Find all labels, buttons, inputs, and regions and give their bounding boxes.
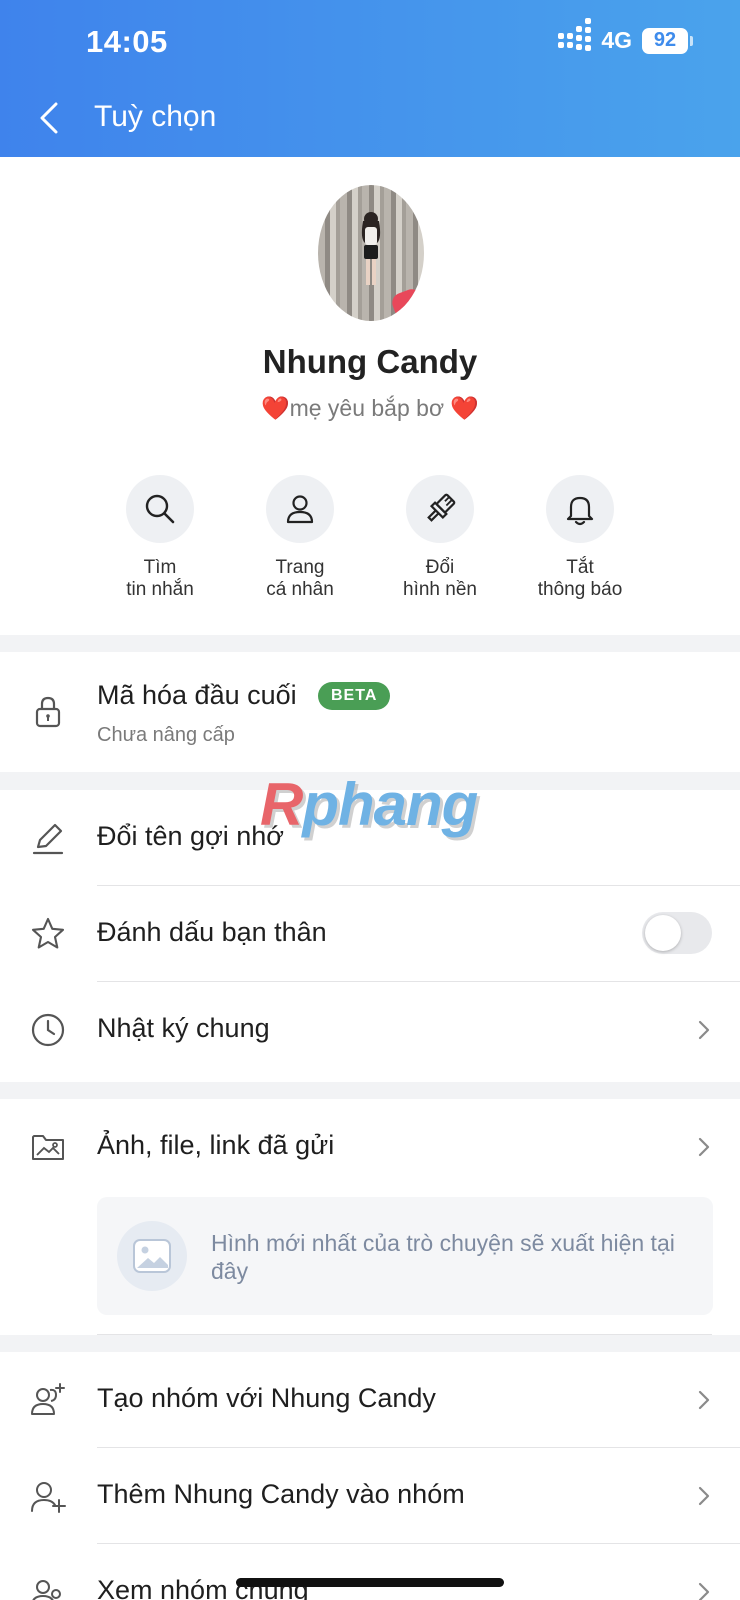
add-to-group-row[interactable]: Thêm Nhung Candy vào nhóm: [0, 1448, 740, 1544]
chevron-right-icon: [698, 1390, 710, 1410]
page-title: Tuỳ chọn: [94, 100, 217, 133]
network-type: 4G: [601, 27, 632, 53]
avatar-pillow: [389, 286, 424, 316]
profile-name: Nhung Candy: [262, 343, 478, 380]
watermark-text: phang: [302, 771, 478, 838]
header: 14:05 4G 92 Tuỳ chọn: [0, 0, 740, 157]
action-label: Trang cá nhân: [266, 557, 334, 600]
diary-label: Nhật ký chung: [97, 1013, 270, 1043]
beta-badge: BETA: [318, 682, 391, 710]
home-indicator[interactable]: [236, 1578, 504, 1587]
star-icon: [31, 917, 65, 949]
watermark-letter: R: [260, 771, 303, 838]
action-label: Đổi hình nền: [403, 557, 477, 600]
profile-section: Nhung Candy ❤️mẹ yêu bắp bơ ❤️ Tìm tin n…: [0, 157, 740, 635]
status-icons: 4G 92: [558, 18, 693, 54]
chevron-right-icon: [698, 1137, 710, 1157]
create-group-row[interactable]: Tạo nhóm với Nhung Candy: [0, 1352, 740, 1448]
group-add-icon: [31, 1383, 65, 1415]
battery-icon: 92: [642, 27, 693, 54]
quick-actions: Tìm tin nhắn Trang cá nhân Đổi hình nền …: [90, 475, 650, 601]
status-time: 14:05: [86, 24, 168, 59]
user-icon: [266, 475, 334, 543]
action-change-wallpaper[interactable]: Đổi hình nền: [370, 475, 510, 601]
common-groups-row[interactable]: Xem nhóm chung: [0, 1544, 740, 1600]
pencil-icon: [32, 823, 64, 855]
best-friend-label: Đánh dấu bạn thân: [97, 917, 327, 947]
avatar[interactable]: [318, 185, 424, 321]
avatar-person-figure: [361, 212, 381, 285]
media-preview-placeholder: Hình mới nhất của trò chuyện sẽ xuất hiệ…: [97, 1197, 713, 1315]
encryption-row[interactable]: Mã hóa đầu cuối BETA Chưa nâng cấp: [0, 652, 740, 772]
action-profile[interactable]: Trang cá nhân: [230, 475, 370, 601]
back-arrow-icon[interactable]: [36, 100, 62, 136]
lock-icon: [35, 696, 61, 728]
media-row[interactable]: Ảnh, file, link đã gửi: [0, 1099, 740, 1195]
media-empty-text: Hình mới nhất của trò chuyện sẽ xuất hiệ…: [211, 1230, 675, 1284]
toggle-knob: [645, 915, 681, 951]
groups-group: Tạo nhóm với Nhung Candy Thêm Nhung Cand…: [0, 1352, 740, 1600]
watermark-logo: Rphang: [260, 770, 478, 839]
action-label: Tìm tin nhắn: [126, 557, 194, 600]
chevron-right-icon: [698, 1020, 710, 1040]
create-group-label: Tạo nhóm với Nhung Candy: [97, 1383, 436, 1413]
users-icon: [32, 1580, 61, 1600]
encryption-status: Chưa nâng cấp: [97, 724, 235, 746]
encryption-label: Mã hóa đầu cuối: [97, 680, 297, 710]
divider: [97, 1334, 712, 1335]
search-icon: [126, 475, 194, 543]
action-mute-notifications[interactable]: Tắt thông báo: [510, 475, 650, 601]
best-friend-row[interactable]: Đánh dấu bạn thân: [0, 886, 740, 982]
media-label: Ảnh, file, link đã gửi: [97, 1130, 335, 1160]
media-group: Ảnh, file, link đã gửi Hình mới nhất của…: [0, 1099, 740, 1335]
photo-folder-icon: [32, 1135, 64, 1160]
bell-icon: [546, 475, 614, 543]
profile-status: ❤️mẹ yêu bắp bơ ❤️: [260, 395, 480, 421]
rename-label: Đổi tên gợi nhớ: [97, 821, 285, 851]
chevron-right-icon: [698, 1582, 710, 1600]
clock-icon: [31, 1013, 65, 1047]
signal-icon: [558, 18, 592, 51]
add-to-group-label: Thêm Nhung Candy vào nhóm: [97, 1479, 465, 1509]
chevron-right-icon: [698, 1486, 710, 1506]
action-label: Tắt thông báo: [537, 557, 623, 600]
paint-brush-icon: [406, 475, 474, 543]
action-search-messages[interactable]: Tìm tin nhắn: [90, 475, 230, 601]
user-add-icon: [31, 1482, 66, 1513]
battery-level: 92: [653, 29, 677, 51]
diary-row[interactable]: Nhật ký chung: [0, 982, 740, 1078]
best-friend-toggle[interactable]: [642, 912, 712, 954]
image-icon: [117, 1221, 187, 1291]
